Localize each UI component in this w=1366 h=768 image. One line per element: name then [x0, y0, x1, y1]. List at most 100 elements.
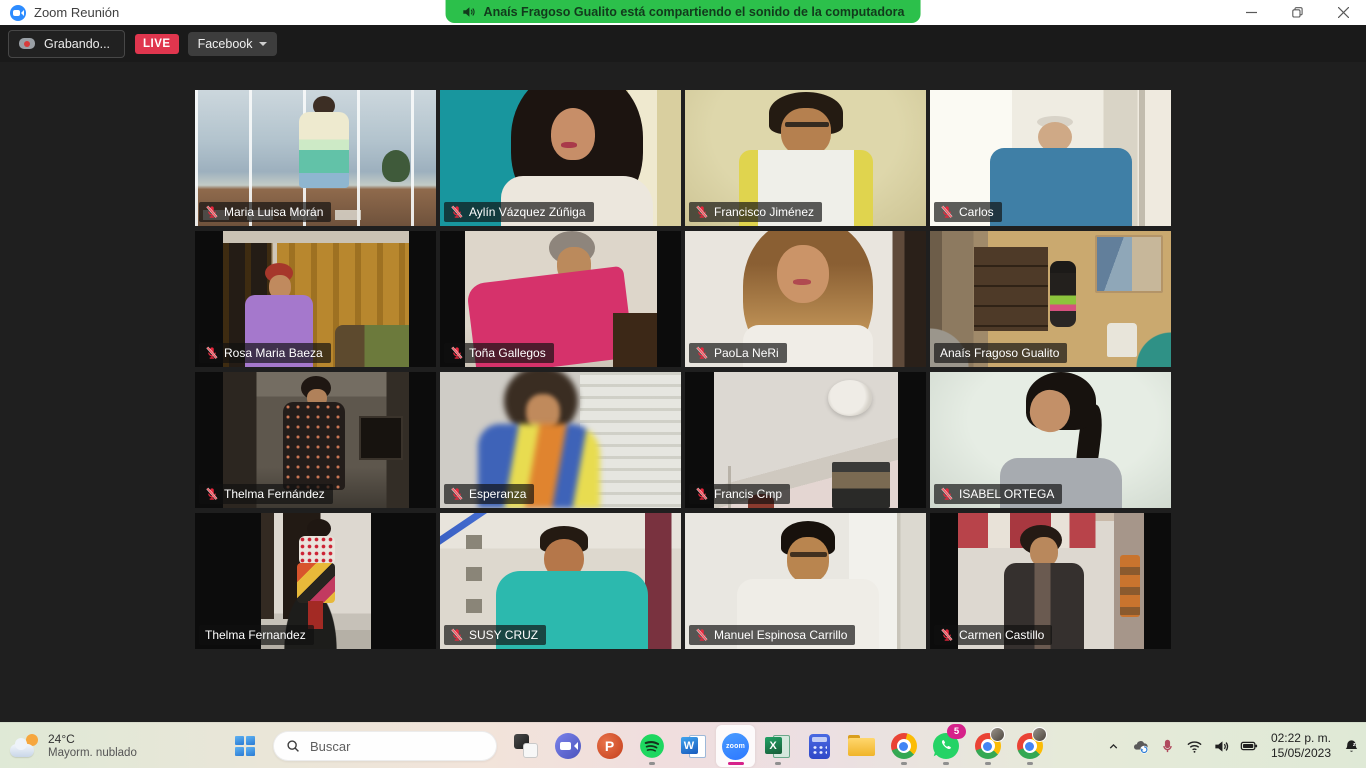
excel-button[interactable]: X	[758, 725, 797, 767]
participant-name: Thelma Fernandez	[205, 628, 306, 642]
participant-name: Carlos	[959, 205, 994, 219]
partly-cloudy-icon	[10, 734, 40, 758]
chevron-down-icon	[259, 42, 267, 50]
participant-tile[interactable]: Maria Luisa Morán	[195, 90, 436, 226]
participant-tile[interactable]: Esperanza	[440, 372, 681, 508]
participant-tile[interactable]: Thelma Fernández	[195, 372, 436, 508]
start-button[interactable]	[226, 726, 264, 766]
mic-muted-icon	[205, 487, 219, 501]
participant-tile[interactable]: Toña Gallegos	[440, 231, 681, 367]
facebook-stream-dropdown[interactable]: Facebook	[188, 32, 278, 56]
live-label: LIVE	[143, 38, 171, 50]
participant-tile[interactable]: SUSY CRUZ	[440, 513, 681, 649]
whatsapp-badge: 5	[947, 724, 966, 739]
word-icon: W	[681, 733, 707, 759]
wifi-icon[interactable]	[1186, 737, 1204, 755]
task-view-button[interactable]	[506, 725, 545, 767]
participant-tile[interactable]: Aylín Vázquez Zúñiga	[440, 90, 681, 226]
calculator-button[interactable]	[800, 725, 839, 767]
participant-tile[interactable]: Rosa Maria Baeza	[195, 231, 436, 367]
recording-button[interactable]: Grabando...	[8, 30, 125, 58]
participant-tile[interactable]: Francis Cmp	[685, 372, 926, 508]
participant-tile-active-speaker[interactable]: Anaís Fragoso Gualito	[930, 231, 1171, 367]
clock-time: 02:22 p. m.	[1271, 731, 1331, 746]
taskbar-search[interactable]: Buscar	[273, 731, 497, 761]
microphone-tray-icon[interactable]	[1159, 737, 1177, 755]
speaker-icon	[462, 5, 476, 19]
participant-name: Esperanza	[469, 487, 526, 501]
participant-tile[interactable]: Thelma Fernandez	[195, 513, 436, 649]
participant-tile[interactable]: Manuel Espinosa Carrillo	[685, 513, 926, 649]
profile-avatar	[990, 727, 1005, 742]
battery-icon[interactable]	[1240, 737, 1258, 755]
teams-chat-icon	[555, 733, 581, 759]
participant-tile[interactable]: Francisco Jiménez	[685, 90, 926, 226]
participant-name: Toña Gallegos	[469, 346, 546, 360]
participant-nametag: Thelma Fernández	[199, 484, 333, 504]
volume-icon[interactable]	[1213, 737, 1231, 755]
weather-condition: Mayorm. nublado	[48, 746, 137, 760]
stream-label: Facebook	[198, 37, 253, 51]
zoom-icon: zoom	[722, 733, 749, 760]
powerpoint-icon: P	[597, 733, 623, 759]
participant-nametag: Toña Gallegos	[444, 343, 554, 363]
whatsapp-button[interactable]: 5	[926, 725, 965, 767]
participant-tile[interactable]: PaoLa NeRi	[685, 231, 926, 367]
participant-nametag: Rosa Maria Baeza	[199, 343, 331, 363]
chrome-icon	[891, 733, 917, 759]
svg-text:z: z	[1352, 742, 1355, 748]
zoom-meeting-window: Zoom Reunión Anaís Fragoso Gualito está …	[0, 0, 1366, 768]
chrome-profile-2-button[interactable]	[968, 725, 1007, 767]
mic-muted-icon	[205, 346, 219, 360]
mic-muted-icon	[450, 628, 464, 642]
onedrive-icon[interactable]	[1132, 737, 1150, 755]
weather-widget[interactable]: 24°C Mayorm. nublado	[10, 723, 137, 768]
word-button[interactable]: W	[674, 725, 713, 767]
spotify-icon	[639, 733, 665, 759]
file-explorer-icon	[848, 735, 875, 757]
zoom-taskbar-button[interactable]: zoom	[716, 725, 755, 767]
minimize-button[interactable]	[1228, 0, 1274, 25]
participant-nametag: Carmen Castillo	[934, 625, 1052, 645]
system-tray: 02:22 p. m. 15/05/2023 z	[1105, 723, 1360, 768]
chrome-profile-3-button[interactable]	[1010, 725, 1049, 767]
participant-name: Francisco Jiménez	[714, 205, 814, 219]
mic-muted-icon	[940, 628, 954, 642]
calculator-icon	[809, 734, 830, 759]
mic-muted-icon	[450, 205, 464, 219]
windows-logo-icon	[235, 736, 255, 756]
file-explorer-button[interactable]	[842, 725, 881, 767]
tray-overflow-chevron[interactable]	[1105, 737, 1123, 755]
participant-name: Francis Cmp	[714, 487, 782, 501]
powerpoint-button[interactable]: P	[590, 725, 629, 767]
running-indicator	[1027, 762, 1033, 765]
participant-nametag: Thelma Fernandez	[199, 625, 314, 645]
window-controls	[1228, 0, 1366, 25]
participant-name: Rosa Maria Baeza	[224, 346, 323, 360]
taskbar-clock[interactable]: 02:22 p. m. 15/05/2023	[1271, 731, 1331, 761]
windows-taskbar: 24°C Mayorm. nublado Buscar P	[0, 722, 1366, 768]
participant-nametag: Manuel Espinosa Carrillo	[689, 625, 855, 645]
restore-button[interactable]	[1274, 0, 1320, 25]
participant-tile[interactable]: ISABEL ORTEGA	[930, 372, 1171, 508]
participant-tile[interactable]: Carmen Castillo	[930, 513, 1171, 649]
mic-muted-icon	[940, 205, 954, 219]
teams-chat-button[interactable]	[548, 725, 587, 767]
profile-avatar	[1032, 727, 1047, 742]
search-icon	[286, 739, 300, 753]
live-badge: LIVE	[135, 34, 179, 54]
running-indicator	[985, 762, 991, 765]
participant-tile[interactable]: Carlos	[930, 90, 1171, 226]
notification-bell-dnd-icon[interactable]: z	[1342, 737, 1360, 755]
close-button[interactable]	[1320, 0, 1366, 25]
spotify-button[interactable]	[632, 725, 671, 767]
search-label: Buscar	[310, 739, 350, 754]
participant-name: Anaís Fragoso Gualito	[940, 346, 1059, 360]
participant-nametag: PaoLa NeRi	[689, 343, 787, 363]
participant-nametag: Anaís Fragoso Gualito	[934, 343, 1067, 363]
participant-name: Maria Luisa Morán	[224, 205, 323, 219]
recording-label: Grabando...	[44, 37, 110, 51]
sound-share-banner: Anaís Fragoso Gualito está compartiendo …	[446, 0, 921, 23]
running-indicator	[649, 762, 655, 765]
chrome-button[interactable]	[884, 725, 923, 767]
